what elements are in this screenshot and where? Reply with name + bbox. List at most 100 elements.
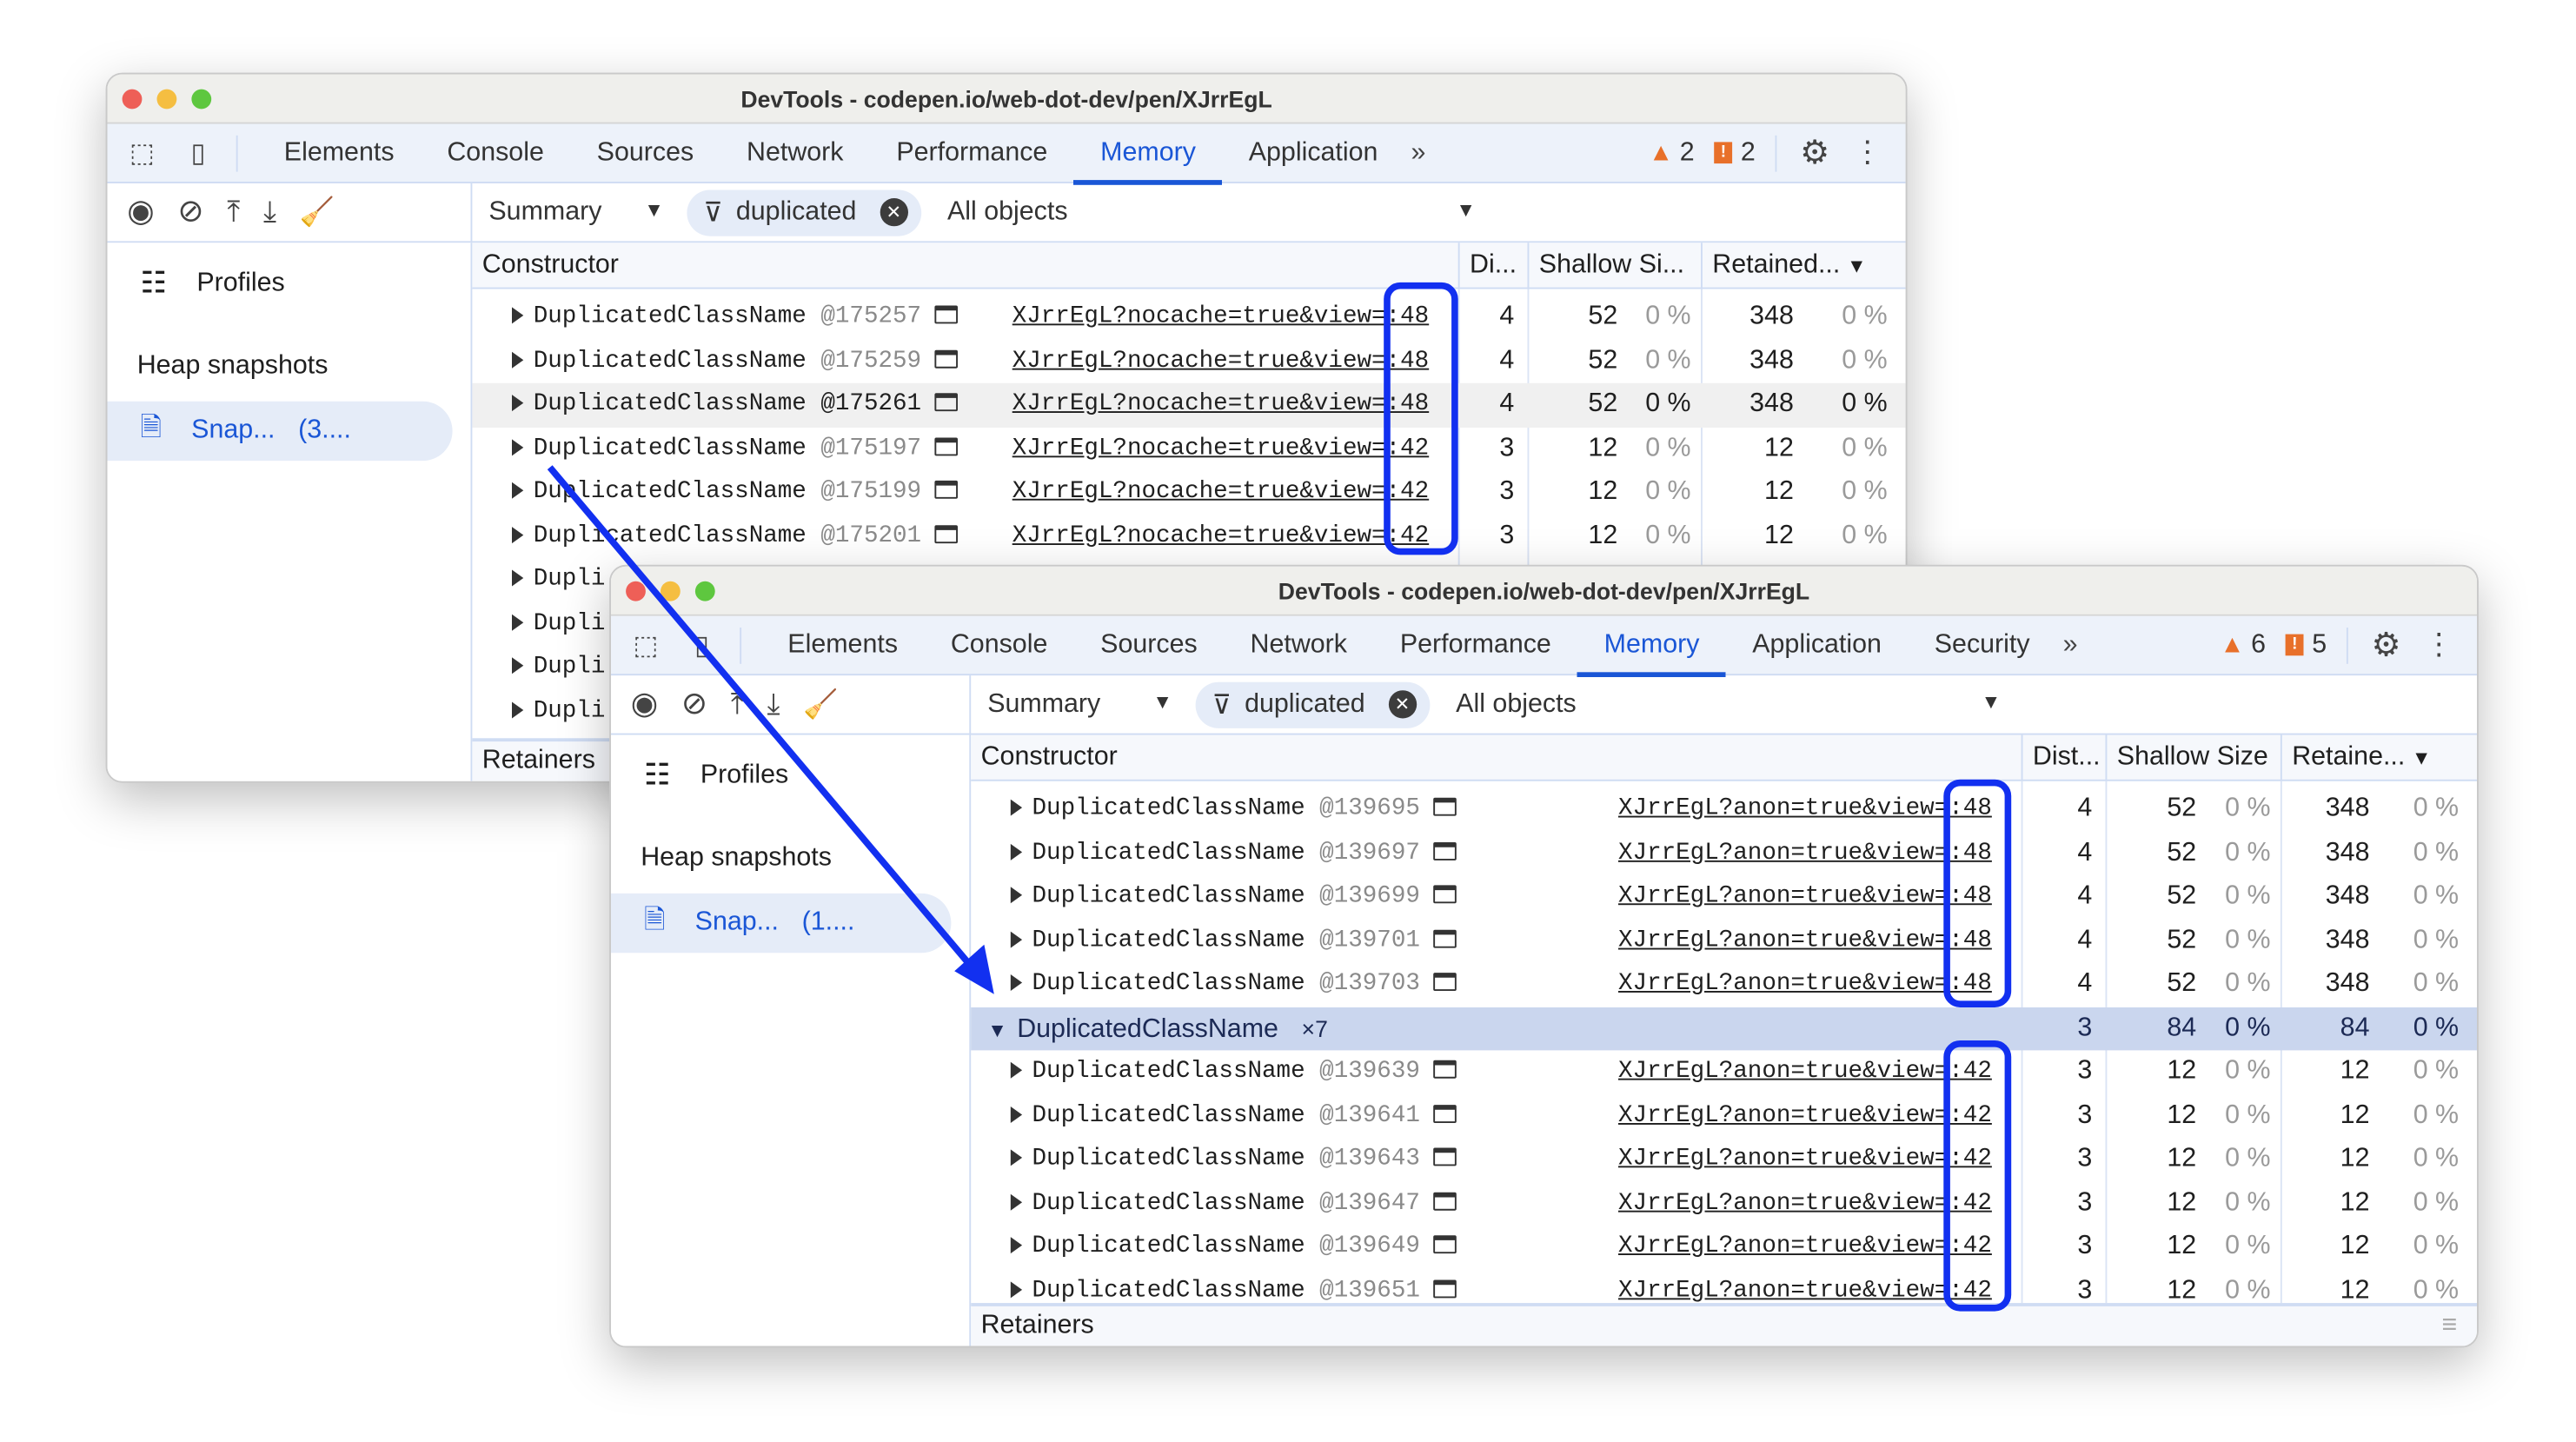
tab-console[interactable]: Console xyxy=(924,615,1073,674)
issues-count[interactable]: 2 xyxy=(1741,138,1756,168)
reveal-in-window-icon[interactable] xyxy=(934,349,958,368)
clear-all-profiles-icon[interactable]: ⊘ xyxy=(681,686,707,724)
expand-triangle-icon[interactable] xyxy=(512,569,524,587)
warning-icon[interactable]: ▲ xyxy=(2220,631,2244,659)
reveal-in-window-icon[interactable] xyxy=(934,393,958,412)
zoom-window-button[interactable] xyxy=(191,89,212,110)
minimize-window-button[interactable] xyxy=(661,581,681,601)
source-link[interactable]: XJrrEgL?nocache=true&view=:42 xyxy=(1012,515,1429,558)
reveal-in-window-icon[interactable] xyxy=(1433,1191,1457,1210)
minimize-window-button[interactable] xyxy=(156,89,177,110)
source-link[interactable]: XJrrEgL?anon=true&view=:42 xyxy=(1618,1226,1992,1269)
expand-triangle-icon[interactable] xyxy=(512,307,524,324)
issues-count[interactable]: 5 xyxy=(2312,630,2327,660)
expand-triangle-icon[interactable] xyxy=(1010,1149,1023,1166)
load-profile-icon[interactable]: ⤒ xyxy=(227,195,240,229)
tab-elements[interactable]: Elements xyxy=(257,123,421,183)
tab-security[interactable]: Security xyxy=(1908,615,2056,674)
expand-triangle-icon[interactable] xyxy=(1010,974,1023,991)
zoom-window-button[interactable] xyxy=(694,581,715,601)
inspect-element-icon[interactable]: ⬚ xyxy=(124,136,161,169)
tab-application[interactable]: Application xyxy=(1222,123,1404,183)
view-select[interactable]: Summary ▼ xyxy=(987,689,1195,719)
source-link[interactable]: XJrrEgL?nocache=true&view=:42 xyxy=(1012,427,1429,470)
warnings-count[interactable]: 6 xyxy=(2251,630,2266,660)
record-heap-snapshot-icon[interactable]: ◉ xyxy=(127,193,155,231)
reveal-in-window-icon[interactable] xyxy=(1433,1279,1457,1298)
expand-triangle-icon[interactable] xyxy=(512,657,524,674)
device-toolbar-icon[interactable]: ▯ xyxy=(684,628,720,661)
source-link[interactable]: XJrrEgL?anon=true&view=:48 xyxy=(1618,963,1992,1007)
snapshot-item[interactable]: 🗎 Snap... (1.... xyxy=(611,893,952,954)
expand-triangle-icon[interactable] xyxy=(512,395,524,412)
close-window-button[interactable] xyxy=(626,581,646,601)
issues-icon[interactable]: ! xyxy=(1714,142,1733,164)
drag-handle-icon[interactable]: ≡ xyxy=(2441,1306,2457,1346)
table-row[interactable]: DuplicatedClassName @139647 XJrrEgL?anon… xyxy=(971,1181,2477,1225)
clear-filter-icon[interactable]: ✕ xyxy=(880,198,908,227)
warnings-count[interactable]: 2 xyxy=(1680,138,1695,168)
clear-filter-icon[interactable]: ✕ xyxy=(1388,690,1417,719)
expand-triangle-icon[interactable] xyxy=(1010,1193,1023,1210)
device-toolbar-icon[interactable]: ▯ xyxy=(180,136,216,169)
close-window-button[interactable] xyxy=(122,89,143,110)
objects-select[interactable]: All objects ▼ xyxy=(947,197,1476,227)
tab-sources[interactable]: Sources xyxy=(1074,615,1224,674)
issues-icon[interactable]: ! xyxy=(2285,634,2304,656)
source-link[interactable]: XJrrEgL?anon=true&view=:42 xyxy=(1618,1050,1992,1093)
expand-triangle-icon[interactable] xyxy=(512,482,524,499)
expand-triangle-icon[interactable] xyxy=(1010,1237,1023,1254)
source-link[interactable]: XJrrEgL?nocache=true&view=:48 xyxy=(1012,339,1429,382)
settings-gear-icon[interactable]: ⚙ xyxy=(1800,132,1829,174)
source-link[interactable]: XJrrEgL?anon=true&view=:48 xyxy=(1618,875,1992,919)
table-row[interactable]: DuplicatedClassName @139701 XJrrEgL?anon… xyxy=(971,919,2477,962)
table-row[interactable]: DuplicatedClassName @175201 XJrrEgL?noca… xyxy=(472,515,1905,558)
column-retained-size[interactable]: Retaine... ▼ xyxy=(2280,734,2477,781)
table-row[interactable]: DuplicatedClassName @139643 XJrrEgL?anon… xyxy=(971,1138,2477,1181)
expand-triangle-icon[interactable] xyxy=(512,613,524,630)
source-link[interactable]: XJrrEgL?anon=true&view=:42 xyxy=(1618,1094,1992,1138)
source-link[interactable]: XJrrEgL?nocache=true&view=:42 xyxy=(1012,471,1429,515)
column-shallow-size[interactable]: Shallow Si... xyxy=(1527,243,1702,289)
tab-console[interactable]: Console xyxy=(421,123,570,183)
expand-triangle-icon[interactable] xyxy=(1010,1061,1023,1079)
source-link[interactable]: XJrrEgL?anon=true&view=:48 xyxy=(1618,787,1992,831)
expand-triangle-icon[interactable] xyxy=(1010,842,1023,860)
source-link[interactable]: XJrrEgL?anon=true&view=:48 xyxy=(1618,832,1992,875)
collect-garbage-icon[interactable]: 🧹 xyxy=(803,688,838,721)
expand-triangle-icon[interactable] xyxy=(1010,887,1023,904)
expand-triangle-icon[interactable] xyxy=(1010,1106,1023,1123)
expand-triangle-icon[interactable] xyxy=(512,526,524,543)
column-retained-size[interactable]: Retained... ▼ xyxy=(1701,243,1906,289)
expand-triangle-icon[interactable] xyxy=(1010,799,1023,816)
settings-gear-icon[interactable]: ⚙ xyxy=(2372,624,2401,666)
collapse-triangle-icon[interactable]: ▼ xyxy=(987,1018,1007,1041)
reveal-in-window-icon[interactable] xyxy=(1433,841,1457,860)
reveal-in-window-icon[interactable] xyxy=(1433,1060,1457,1079)
table-row[interactable]: DuplicatedClassName @139641 XJrrEgL?anon… xyxy=(971,1094,2477,1138)
reveal-in-window-icon[interactable] xyxy=(1433,973,1457,991)
source-link[interactable]: XJrrEgL?nocache=true&view=:48 xyxy=(1012,296,1429,339)
column-constructor[interactable]: Constructor xyxy=(472,243,1457,289)
tab-elements[interactable]: Elements xyxy=(761,615,925,674)
column-distance[interactable]: Di... xyxy=(1457,243,1528,289)
reveal-in-window-icon[interactable] xyxy=(934,305,958,324)
reveal-in-window-icon[interactable] xyxy=(1433,928,1457,947)
table-row[interactable]: DuplicatedClassName @175261 XJrrEgL?noca… xyxy=(472,382,1906,428)
view-select[interactable]: Summary ▼ xyxy=(488,197,687,227)
reveal-in-window-icon[interactable] xyxy=(1433,1235,1457,1254)
retainers-panel-header[interactable]: Retainers ≡ xyxy=(971,1303,2477,1346)
tab-memory[interactable]: Memory xyxy=(1577,615,1726,677)
tab-performance[interactable]: Performance xyxy=(1373,615,1577,674)
record-heap-snapshot-icon[interactable]: ◉ xyxy=(631,686,659,724)
table-row[interactable]: DuplicatedClassName @175199 XJrrEgL?noca… xyxy=(472,471,1905,515)
snapshot-item[interactable]: 🗎 Snap... (3.... xyxy=(107,401,453,462)
reveal-in-window-icon[interactable] xyxy=(1433,1104,1457,1123)
tab-application[interactable]: Application xyxy=(1726,615,1909,674)
source-link[interactable]: XJrrEgL?anon=true&view=:42 xyxy=(1618,1138,1992,1181)
expand-triangle-icon[interactable] xyxy=(1010,1280,1023,1298)
table-row[interactable]: DuplicatedClassName @175259 XJrrEgL?noca… xyxy=(472,339,1905,382)
more-options-icon[interactable]: ⋮ xyxy=(2424,628,2453,662)
reveal-in-window-icon[interactable] xyxy=(1433,797,1457,816)
table-row[interactable]: DuplicatedClassName @175197 XJrrEgL?noca… xyxy=(472,427,1905,470)
